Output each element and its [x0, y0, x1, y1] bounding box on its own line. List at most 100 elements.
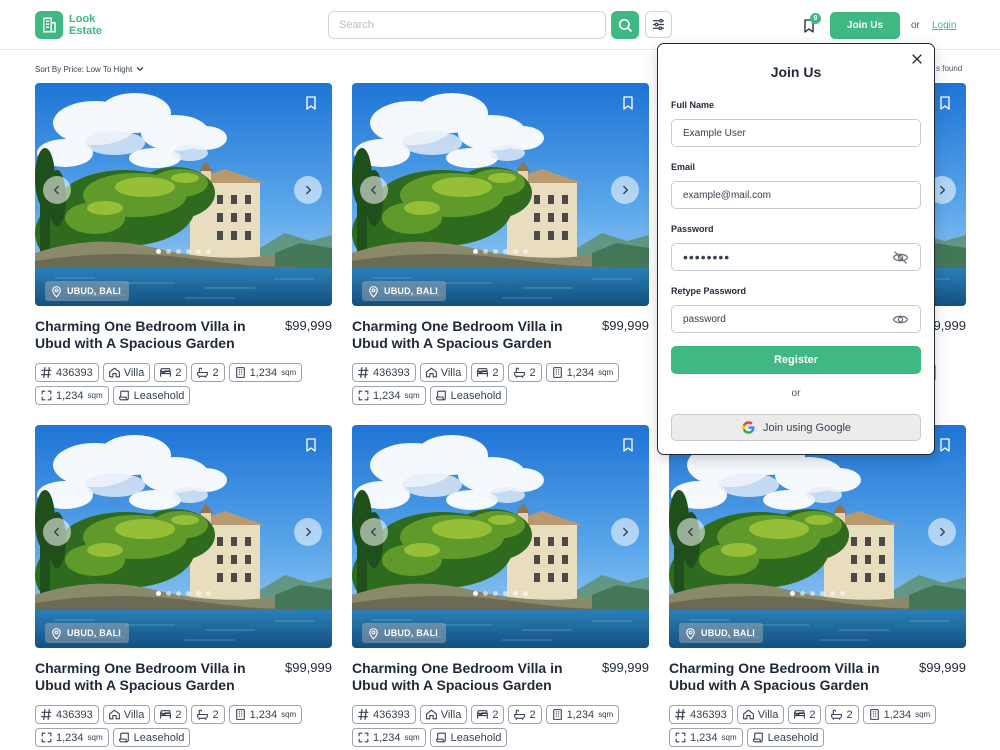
- listing-card[interactable]: UBUD, BALI Charming One Bedroom Villa in…: [352, 83, 649, 405]
- full-name-field[interactable]: [671, 119, 921, 147]
- pagination-dot[interactable]: [493, 591, 498, 596]
- brand-logo[interactable]: Look Estate: [35, 11, 102, 39]
- previous-photo-button[interactable]: [43, 176, 71, 204]
- save-listing-button[interactable]: [936, 94, 954, 112]
- filter-button[interactable]: [645, 11, 672, 38]
- bathtub-icon: [196, 708, 209, 721]
- search-icon: [618, 18, 632, 32]
- property-type: Villa: [123, 366, 145, 379]
- save-listing-button[interactable]: [302, 94, 320, 112]
- listing-title[interactable]: Charming One Bedroom Villa in Ubud with …: [35, 660, 265, 694]
- pagination-dot[interactable]: [176, 249, 181, 254]
- next-photo-button[interactable]: [294, 176, 322, 204]
- wishlist-button[interactable]: 9: [797, 13, 821, 38]
- map-pin-icon: [50, 627, 63, 640]
- bookmark-icon: [937, 95, 953, 111]
- building-area-tag: 1,234sqm: [228, 705, 303, 724]
- pagination-dot[interactable]: [196, 591, 201, 596]
- pagination-dot[interactable]: [166, 249, 171, 254]
- pagination-dot[interactable]: [790, 591, 795, 596]
- listing-photo[interactable]: UBUD, BALI: [35, 83, 332, 306]
- pagination-dot[interactable]: [483, 591, 488, 596]
- search-input[interactable]: [328, 11, 606, 39]
- pagination-dot[interactable]: [156, 249, 161, 254]
- save-listing-button[interactable]: [936, 436, 954, 454]
- next-photo-button[interactable]: [611, 176, 639, 204]
- next-photo-button[interactable]: [294, 518, 322, 546]
- previous-photo-button[interactable]: [677, 518, 705, 546]
- pagination-dot[interactable]: [513, 591, 518, 596]
- pagination-dot[interactable]: [523, 591, 528, 596]
- sort-dropdown[interactable]: Sort By Price: Low To Hight: [35, 64, 145, 74]
- location-badge: UBUD, BALI: [45, 281, 129, 301]
- listing-title[interactable]: Charming One Bedroom Villa in Ubud with …: [352, 318, 582, 352]
- land-area-tag: 1,234sqm: [35, 728, 109, 747]
- join-google-label: Join using Google: [762, 421, 852, 434]
- previous-photo-button[interactable]: [360, 176, 388, 204]
- land-area: 1,234: [56, 389, 84, 402]
- save-listing-button[interactable]: [619, 94, 637, 112]
- listing-photo[interactable]: UBUD, BALI: [352, 425, 649, 648]
- pagination-dot[interactable]: [166, 591, 171, 596]
- next-photo-button[interactable]: [928, 518, 956, 546]
- pagination-dot[interactable]: [473, 249, 478, 254]
- close-modal-button[interactable]: [909, 51, 925, 67]
- pagination-dot[interactable]: [473, 591, 478, 596]
- pagination-dot[interactable]: [493, 249, 498, 254]
- bedrooms-tag: 2: [154, 705, 188, 724]
- pagination-dot[interactable]: [186, 249, 191, 254]
- pagination-dot[interactable]: [503, 249, 508, 254]
- pagination-dot[interactable]: [156, 591, 161, 596]
- join-google-button[interactable]: Join using Google: [671, 414, 921, 441]
- pagination-dot[interactable]: [206, 249, 211, 254]
- pagination-dot[interactable]: [503, 591, 508, 596]
- listing-photo[interactable]: UBUD, BALI: [352, 83, 649, 306]
- toggle-retype-visibility[interactable]: [890, 309, 910, 329]
- retype-password-field[interactable]: [671, 305, 921, 333]
- listing-photo[interactable]: UBUD, BALI: [669, 425, 966, 648]
- pagination-dot[interactable]: [800, 591, 805, 596]
- pagination-dot[interactable]: [513, 249, 518, 254]
- location-text: UBUD, BALI: [384, 286, 438, 296]
- previous-photo-button[interactable]: [43, 518, 71, 546]
- listing-card[interactable]: UBUD, BALI Charming One Bedroom Villa in…: [352, 425, 649, 747]
- villa-photo: [35, 425, 332, 648]
- password-field[interactable]: [671, 243, 921, 271]
- previous-photo-button[interactable]: [360, 518, 388, 546]
- photo-pagination: [352, 591, 649, 596]
- pagination-dot[interactable]: [176, 591, 181, 596]
- listing-card[interactable]: UBUD, BALI Charming One Bedroom Villa in…: [35, 83, 332, 405]
- modal-or-divider: or: [791, 388, 801, 399]
- next-photo-button[interactable]: [611, 518, 639, 546]
- chevron-right-icon: [618, 525, 632, 539]
- listing-card[interactable]: UBUD, BALI Charming One Bedroom Villa in…: [669, 425, 966, 747]
- save-listing-button[interactable]: [619, 436, 637, 454]
- pagination-dot[interactable]: [523, 249, 528, 254]
- login-link[interactable]: Login: [932, 20, 956, 31]
- listing-photo[interactable]: UBUD, BALI: [35, 425, 332, 648]
- save-listing-button[interactable]: [302, 436, 320, 454]
- search-button[interactable]: [611, 11, 639, 39]
- join-us-button[interactable]: Join Us: [830, 12, 900, 39]
- pagination-dot[interactable]: [820, 591, 825, 596]
- pagination-dot[interactable]: [840, 591, 845, 596]
- listing-title[interactable]: Charming One Bedroom Villa in Ubud with …: [669, 660, 899, 694]
- pagination-dot[interactable]: [483, 249, 488, 254]
- listing-title[interactable]: Charming One Bedroom Villa in Ubud with …: [35, 318, 265, 352]
- listing-title-row: Charming One Bedroom Villa in Ubud with …: [669, 660, 966, 694]
- pagination-dot[interactable]: [810, 591, 815, 596]
- register-button[interactable]: Register: [671, 346, 921, 374]
- chevron-left-icon: [50, 183, 64, 197]
- pagination-dot[interactable]: [186, 591, 191, 596]
- email-field[interactable]: [671, 181, 921, 209]
- home-icon: [425, 708, 438, 721]
- chevron-left-icon: [684, 525, 698, 539]
- google-icon: [742, 421, 755, 434]
- pagination-dot[interactable]: [206, 591, 211, 596]
- property-type-tag: Villa: [102, 363, 151, 382]
- pagination-dot[interactable]: [830, 591, 835, 596]
- listing-card[interactable]: UBUD, BALI Charming One Bedroom Villa in…: [35, 425, 332, 747]
- pagination-dot[interactable]: [196, 249, 201, 254]
- toggle-password-visibility[interactable]: [890, 247, 910, 267]
- listing-title[interactable]: Charming One Bedroom Villa in Ubud with …: [352, 660, 582, 694]
